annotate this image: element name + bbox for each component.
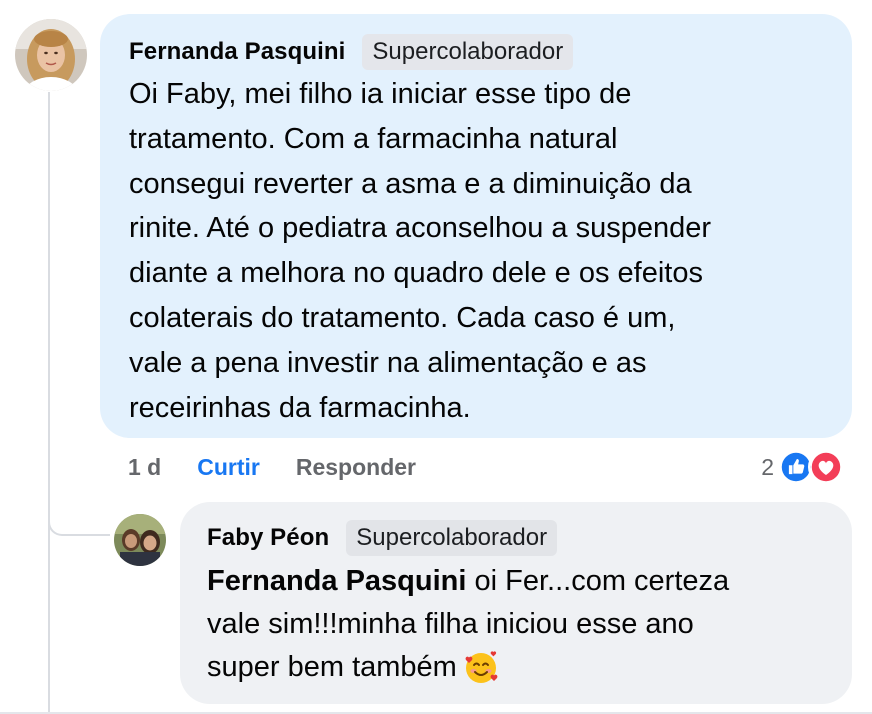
smiling-face-with-hearts-icon [465,651,498,684]
reply-text: Fernanda Pasquini oi Fer...com certeza v… [207,560,832,689]
supercolaborador-badge[interactable]: Supercolaborador [362,34,574,70]
reactions-summary[interactable]: 2 [761,447,844,487]
reply-button[interactable]: Responder [296,454,416,481]
reply-author[interactable]: Faby Péon [207,524,329,552]
reply-text-line: vale sim!!!minha filha iniciou esse ano [207,608,694,640]
reaction-count: 2 [761,453,774,480]
comment-timestamp[interactable]: 1 d [128,454,161,481]
like-button[interactable]: Curtir [197,454,260,481]
comment-author[interactable]: Fernanda Pasquini [129,38,345,66]
comment-text-line: diante a melhora no quadro dele e os efe… [129,257,703,290]
reply-text-line: super bem também [207,651,457,683]
supercolaborador-badge[interactable]: Supercolaborador [346,520,558,556]
comment-text: Oi Faby, mei filho ia iniciar esse tipo … [129,72,832,430]
mention-link[interactable]: Fernanda Pasquini [207,565,466,597]
comment-bubble: Fernanda Pasquini Supercolaborador Oi Fa… [100,14,852,438]
comment-text-line: consegui reverter a asma e a diminuição … [129,167,692,200]
love-icon [808,449,844,485]
avatar[interactable] [114,514,166,566]
avatar[interactable] [15,19,87,91]
comment-actions: 1 d Curtir Responder [128,452,416,482]
comment-text-line: colaterais do tratamento. Cada caso é um… [129,301,676,334]
reply-text-segment: oi Fer...com certeza [466,565,730,597]
comment-text-line: tratamento. Com a farmacinha natural [129,122,618,155]
comment-text-line: rinite. Até o pediatra aconselhou a susp… [129,212,712,245]
comment-text-line: vale a pena investir na alimentação e as [129,346,647,379]
thread-line [48,92,50,714]
comment-text-line: Oi Faby, mei filho ia iniciar esse tipo … [129,78,632,110]
reply-connector-line [48,490,110,536]
comment-text-line: receirinhas da farmacinha. [129,391,471,424]
reply-bubble: Faby Péon Supercolaborador Fernanda Pasq… [180,502,852,704]
